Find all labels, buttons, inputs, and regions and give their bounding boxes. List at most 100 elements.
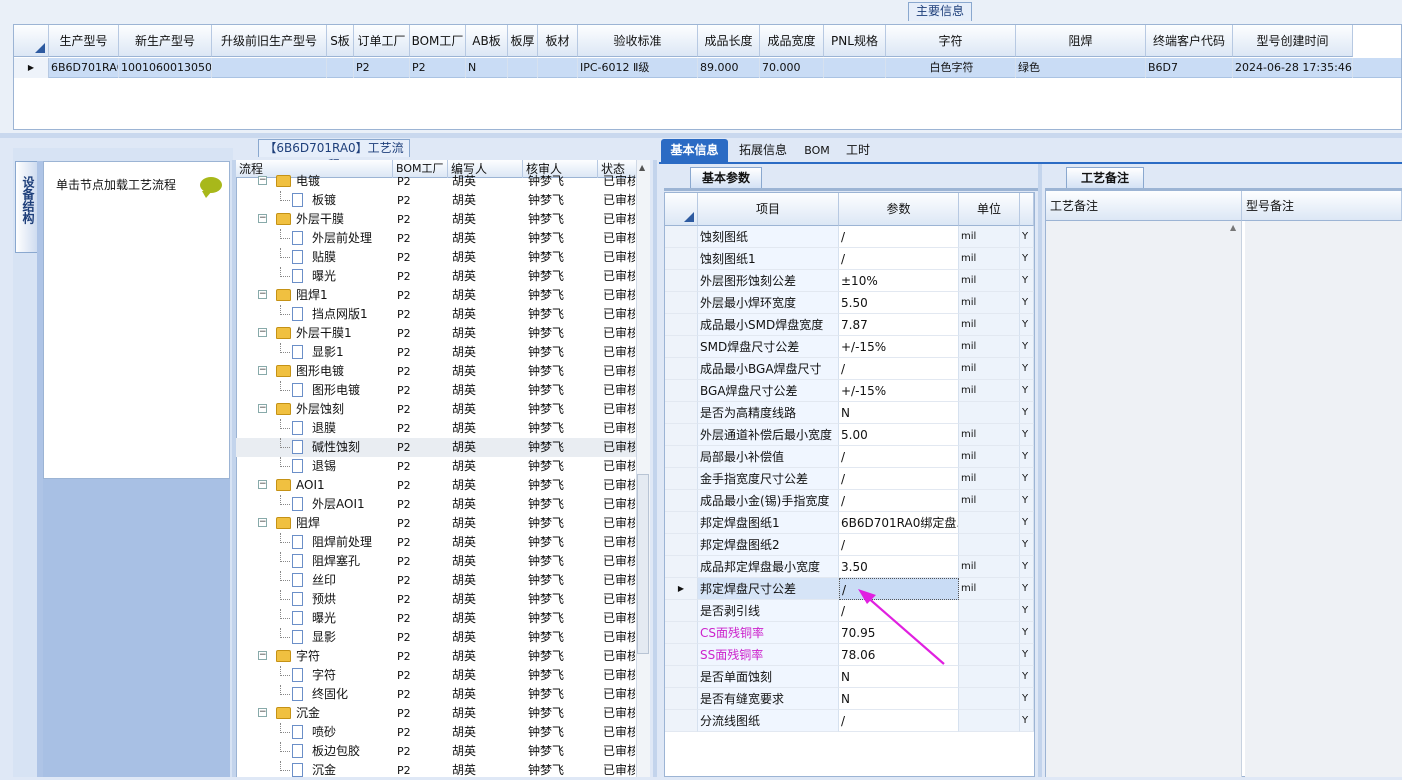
- main-cell[interactable]: 绿色: [1016, 58, 1146, 78]
- equipment-structure-tab[interactable]: 设备结构: [15, 161, 37, 253]
- param-value[interactable]: /: [839, 226, 959, 248]
- main-cell[interactable]: B6D7: [1146, 58, 1233, 78]
- main-col-header[interactable]: 新生产型号: [119, 25, 212, 57]
- tree-row[interactable]: 图形电镀 P2 胡英 钟梦飞 已审核: [236, 381, 636, 400]
- main-col-header[interactable]: 阻焊: [1016, 25, 1146, 57]
- collapse-toggle-icon[interactable]: −: [258, 176, 267, 185]
- tree-row[interactable]: 退锡 P2 胡英 钟梦飞 已审核: [236, 457, 636, 476]
- tree-row[interactable]: 碱性蚀刻 P2 胡英 钟梦飞 已审核: [236, 438, 636, 457]
- tree-row[interactable]: − 阻焊1 P2 胡英 钟梦飞 已审核: [236, 286, 636, 305]
- main-col-header[interactable]: AB板: [466, 25, 508, 57]
- param-row[interactable]: BGA焊盘尺寸公差 +/-15% mil Y: [665, 380, 1034, 402]
- main-col-header[interactable]: 成品宽度: [760, 25, 824, 57]
- tab-extended-info[interactable]: 拓展信息: [733, 139, 793, 162]
- tree-row[interactable]: − 沉金 P2 胡英 钟梦飞 已审核: [236, 704, 636, 723]
- tab-process-notes[interactable]: 工艺备注: [1066, 167, 1144, 188]
- param-value[interactable]: /: [839, 468, 959, 490]
- col-unit[interactable]: 单位: [959, 193, 1020, 226]
- col-param[interactable]: 参数: [839, 193, 959, 226]
- param-value[interactable]: 5.00: [839, 424, 959, 446]
- main-info-grid[interactable]: 生产型号 新生产型号 升级前旧生产型号 S板 订单工厂 BOM工厂 AB板 板厚 板材 验收标准成…: [13, 24, 1402, 130]
- param-row[interactable]: 邦定焊盘图纸2/ Y: [665, 534, 1034, 556]
- param-row[interactable]: 成品最小SMD焊盘宽度 7.87 mil Y: [665, 314, 1034, 336]
- param-row[interactable]: 蚀刻图纸1/mil Y: [665, 248, 1034, 270]
- param-value[interactable]: /: [839, 490, 959, 512]
- tree-row[interactable]: 贴膜 P2 胡英 钟梦飞 已审核: [236, 248, 636, 267]
- main-col-header[interactable]: PNL规格: [824, 25, 886, 57]
- main-cell[interactable]: N: [466, 58, 508, 78]
- main-col-header[interactable]: 字符: [886, 25, 1016, 57]
- model-notes-area[interactable]: [1245, 221, 1402, 777]
- collapse-toggle-icon[interactable]: −: [258, 404, 267, 413]
- main-cell[interactable]: [538, 58, 578, 78]
- node-hint-area[interactable]: [43, 161, 230, 479]
- tree-row[interactable]: 外层AOI1 P2 胡英 钟梦飞 已审核: [236, 495, 636, 514]
- main-cell[interactable]: IPC-6012 Ⅱ级: [578, 58, 698, 78]
- param-value[interactable]: /: [839, 358, 959, 380]
- main-cell[interactable]: 10010600130509: [119, 58, 212, 78]
- tree-scroll-thumb[interactable]: [637, 474, 649, 654]
- tree-row[interactable]: 预烘 P2 胡英 钟梦飞 已审核: [236, 590, 636, 609]
- tree-row[interactable]: − 外层干膜1 P2 胡英 钟梦飞 已审核: [236, 324, 636, 343]
- collapse-toggle-icon[interactable]: −: [258, 518, 267, 527]
- collapse-toggle-icon[interactable]: −: [258, 214, 267, 223]
- params-corner[interactable]: [665, 193, 698, 226]
- param-row[interactable]: 邦定焊盘图纸1 6B6D701RA0绑定盘... Y: [665, 512, 1034, 534]
- tree-row[interactable]: 外层前处理 P2 胡英 钟梦飞 已审核: [236, 229, 636, 248]
- param-row[interactable]: 是否有缝宽要求 N Y: [665, 688, 1034, 710]
- tree-row[interactable]: − 字符 P2 胡英 钟梦飞 已审核: [236, 647, 636, 666]
- grid-corner[interactable]: [14, 25, 49, 57]
- col-item[interactable]: 项目: [698, 193, 839, 226]
- main-col-header[interactable]: 订单工厂: [354, 25, 410, 57]
- col-process-notes[interactable]: 工艺备注: [1046, 191, 1242, 221]
- tree-row[interactable]: 阻焊前处理 P2 胡英 钟梦飞 已审核: [236, 533, 636, 552]
- main-cell[interactable]: [824, 58, 886, 78]
- param-row[interactable]: 蚀刻图纸 / mil Y: [665, 226, 1034, 248]
- tab-hours[interactable]: 工时: [840, 139, 876, 162]
- collapse-toggle-icon[interactable]: −: [258, 328, 267, 337]
- param-value[interactable]: ±10%: [839, 270, 959, 292]
- param-row[interactable]: SMD焊盘尺寸公差 +/-15% mil Y: [665, 336, 1034, 358]
- collapse-toggle-icon[interactable]: −: [258, 708, 267, 717]
- tree-row[interactable]: 曝光 P2 胡英 钟梦飞 已审核: [236, 267, 636, 286]
- main-cell[interactable]: 2024-06-28 17:35:46: [1233, 58, 1353, 78]
- tree-row[interactable]: 喷砂 P2 胡英 钟梦飞 已审核: [236, 723, 636, 742]
- main-cell[interactable]: P2: [410, 58, 466, 78]
- main-cell[interactable]: 89.000: [698, 58, 760, 78]
- param-row[interactable]: 分流线图纸 / Y: [665, 710, 1034, 732]
- main-col-header[interactable]: 终端客户代码: [1146, 25, 1233, 57]
- param-row[interactable]: 外层通道补偿后最小宽度 5.00 mil Y: [665, 424, 1034, 446]
- tree-row[interactable]: 板边包胶 P2 胡英 钟梦飞 已审核: [236, 742, 636, 761]
- main-col-header[interactable]: S板: [327, 25, 354, 57]
- selected-row[interactable]: ▶ 6B6D701RA0 10010600130509 P2 P2 N IPC-6012 …: [14, 58, 1401, 78]
- tree-row[interactable]: 板镀 P2 胡英 钟梦飞 已审核: [236, 191, 636, 210]
- param-value[interactable]: /: [839, 446, 959, 468]
- tree-row[interactable]: 字符 P2 胡英 钟梦飞 已审核: [236, 666, 636, 685]
- param-row[interactable]: 是否为高精度线路 N Y: [665, 402, 1034, 424]
- param-row[interactable]: 成品最小金(锡)手指宽度 / mil Y: [665, 490, 1034, 512]
- param-value[interactable]: N: [839, 402, 959, 424]
- main-cell[interactable]: 白色字符: [886, 58, 1016, 78]
- tree-row[interactable]: 曝光 P2 胡英 钟梦飞 已审核: [236, 609, 636, 628]
- main-cell[interactable]: 70.000: [760, 58, 824, 78]
- param-value[interactable]: 6B6D701RA0绑定盘...: [839, 512, 959, 534]
- tree-row[interactable]: 显影 P2 胡英 钟梦飞 已审核: [236, 628, 636, 647]
- col-model-notes[interactable]: 型号备注: [1242, 191, 1402, 221]
- main-cell[interactable]: P2: [354, 58, 410, 78]
- param-row[interactable]: 局部最小补偿值 / mil Y: [665, 446, 1034, 468]
- main-cell[interactable]: 6B6D701RA0: [49, 58, 119, 78]
- param-value[interactable]: 7.87: [839, 314, 959, 336]
- tab-bom[interactable]: BOM: [800, 139, 834, 162]
- param-row[interactable]: 金手指宽度尺寸公差 / mil Y: [665, 468, 1034, 490]
- right-splitter[interactable]: [1038, 164, 1042, 777]
- main-cell[interactable]: [212, 58, 327, 78]
- main-col-header[interactable]: 板材: [538, 25, 578, 57]
- collapse-toggle-icon[interactable]: −: [258, 290, 267, 299]
- tree-row[interactable]: − AOI1 P2 胡英 钟梦飞 已审核: [236, 476, 636, 495]
- tree-row[interactable]: − 图形电镀 P2 胡英 钟梦飞 已审核: [236, 362, 636, 381]
- collapse-toggle-icon[interactable]: −: [258, 366, 267, 375]
- param-value[interactable]: +/-15%: [839, 336, 959, 358]
- main-cell[interactable]: [327, 58, 354, 78]
- scroll-up-icon[interactable]: ▲: [639, 163, 645, 172]
- param-value[interactable]: /: [839, 248, 959, 270]
